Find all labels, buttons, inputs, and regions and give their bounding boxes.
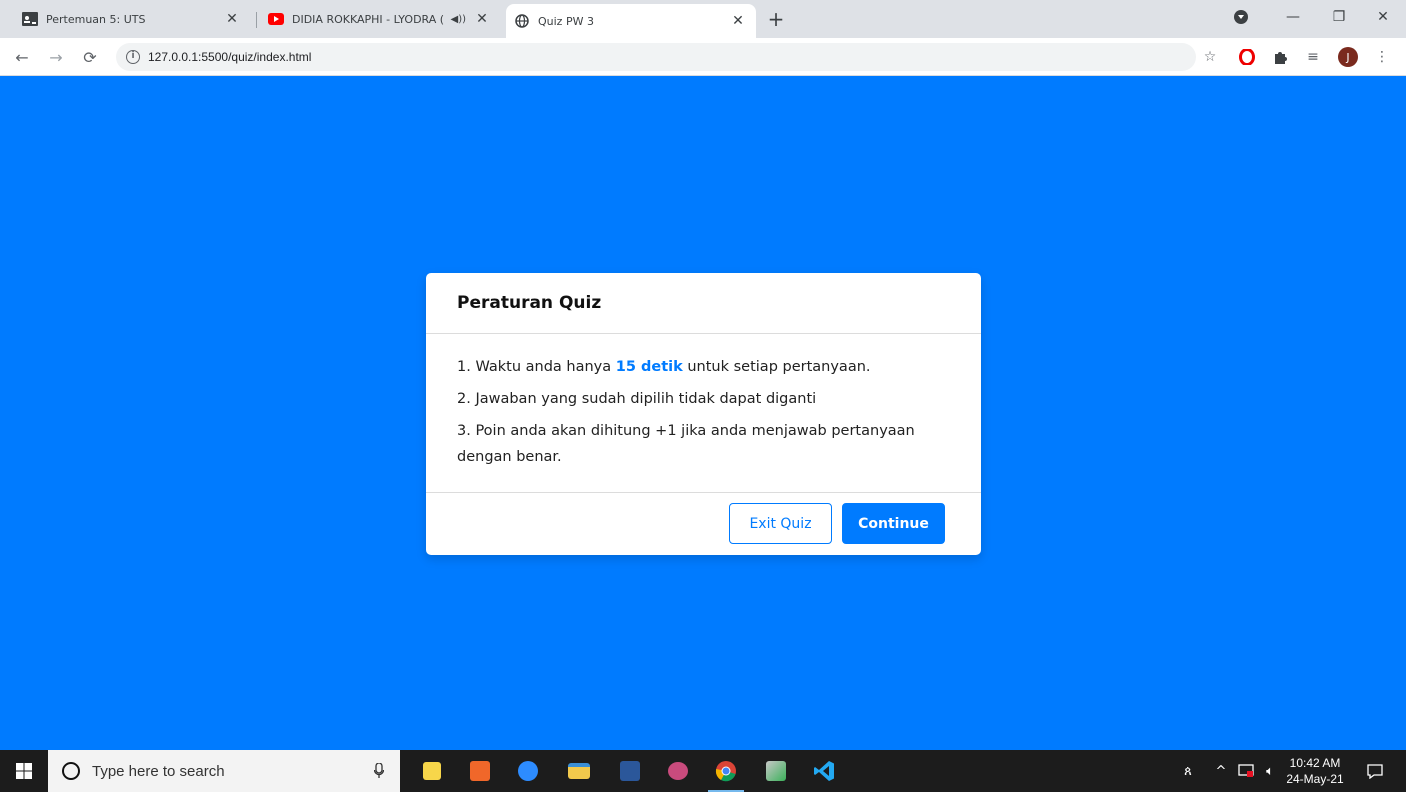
chrome-icon[interactable] (702, 750, 750, 792)
tab-title: DIDIA ROKKAPHI - LYODRA ( (292, 12, 445, 26)
modal-title: Peraturan Quiz (457, 293, 602, 313)
virtualbox-icon[interactable] (752, 750, 800, 792)
tab-title: Quiz PW 3 (538, 14, 594, 28)
avatar[interactable]: J (1338, 47, 1358, 67)
word-icon[interactable] (606, 750, 654, 792)
close-window-button[interactable]: ✕ (1360, 0, 1406, 34)
network-icon[interactable] (1234, 750, 1258, 792)
globe-icon (514, 13, 530, 29)
tab-pertemuan[interactable]: Pertemuan 5: UTS ✕ (14, 0, 250, 38)
browser-tabstrip: Pertemuan 5: UTS ✕ DIDIA ROKKAPHI - LYOD… (0, 0, 1406, 38)
new-tab-button[interactable]: + (765, 9, 787, 31)
xampp-icon[interactable] (456, 750, 504, 792)
tab-youtube[interactable]: DIDIA ROKKAPHI - LYODRA ( ◀︎)) ✕ (260, 0, 500, 38)
file-explorer-icon[interactable] (555, 750, 603, 792)
microphone-icon[interactable] (372, 762, 386, 780)
tab-divider (256, 12, 257, 28)
close-tab-icon[interactable]: ✕ (224, 11, 240, 27)
paint-icon[interactable] (654, 750, 702, 792)
tab-quiz[interactable]: Quiz PW 3 ✕ (506, 4, 756, 38)
profile-menu-icon[interactable] (1218, 0, 1264, 34)
volume-icon[interactable]: 🔈︎ (1258, 750, 1282, 792)
search-placeholder: Type here to search (92, 762, 225, 780)
browser-toolbar: ← → ⟳ i 127.0.0.1:5500/quiz/index.html ☆… (0, 38, 1406, 76)
opera-extension-icon[interactable] (1237, 47, 1257, 67)
zoom-icon[interactable] (504, 750, 552, 792)
exit-quiz-button[interactable]: Exit Quiz (729, 503, 832, 544)
classroom-icon (22, 11, 38, 27)
vscode-icon[interactable] (800, 750, 848, 792)
windows-taskbar: Type here to search ጰ ^ 🔈︎ 10:42 AM 24-M… (0, 750, 1406, 792)
rule-highlight: 15 detik (615, 359, 683, 375)
menu-kebab-icon[interactable]: ⋮ (1372, 47, 1392, 67)
back-button[interactable]: ← (10, 45, 34, 69)
reload-button[interactable]: ⟳ (78, 45, 102, 69)
people-icon[interactable]: ጰ (1176, 750, 1200, 792)
avatar-initial: J (1338, 47, 1358, 67)
youtube-icon (268, 11, 284, 27)
close-tab-icon[interactable]: ✕ (730, 13, 746, 29)
speaker-icon[interactable]: ◀︎)) (451, 14, 467, 25)
rule-item: 1. Waktu anda hanya 15 detik untuk setia… (457, 354, 951, 380)
restore-button[interactable]: ❐ (1316, 0, 1362, 34)
reading-list-icon[interactable]: ≡ (1303, 47, 1323, 67)
chevron-up-icon[interactable]: ^ (1210, 750, 1232, 792)
notification-center-icon[interactable] (1360, 750, 1390, 792)
address-bar[interactable]: i 127.0.0.1:5500/quiz/index.html (116, 43, 1196, 71)
modal-footer: Exit Quiz Continue (426, 493, 981, 554)
rule-text: 1. Waktu anda hanya (457, 359, 616, 375)
rules-modal: Peraturan Quiz 1. Waktu anda hanya 15 de… (426, 273, 981, 555)
info-icon[interactable]: i (126, 50, 140, 64)
windows-start-icon[interactable] (0, 750, 48, 792)
continue-button[interactable]: Continue (842, 503, 945, 544)
system-clock[interactable]: 10:42 AM 24-May-21 (1284, 755, 1346, 787)
extensions-puzzle-icon[interactable] (1270, 47, 1290, 67)
clock-date: 24-May-21 (1286, 772, 1344, 786)
taskbar-search-input[interactable]: Type here to search (48, 750, 400, 792)
rule-item: 3. Poin anda akan dihitung +1 jika anda … (457, 423, 915, 465)
clock-time: 10:42 AM (1289, 756, 1341, 770)
forward-button[interactable]: → (44, 45, 68, 69)
rule-text: untuk setiap pertanyaan. (682, 359, 871, 375)
sticky-notes-icon[interactable] (408, 750, 456, 792)
rule-item: 2. Jawaban yang sudah dipilih tidak dapa… (457, 391, 817, 407)
cortana-icon (62, 762, 80, 780)
tab-title: Pertemuan 5: UTS (46, 12, 146, 26)
bookmark-star-icon[interactable]: ☆ (1200, 47, 1220, 67)
modal-header: Peraturan Quiz (426, 273, 981, 334)
minimize-button[interactable]: — (1270, 0, 1316, 34)
url-text: 127.0.0.1:5500/quiz/index.html (148, 50, 312, 64)
modal-body: 1. Waktu anda hanya 15 detik untuk setia… (426, 334, 981, 493)
close-tab-icon[interactable]: ✕ (474, 11, 490, 27)
